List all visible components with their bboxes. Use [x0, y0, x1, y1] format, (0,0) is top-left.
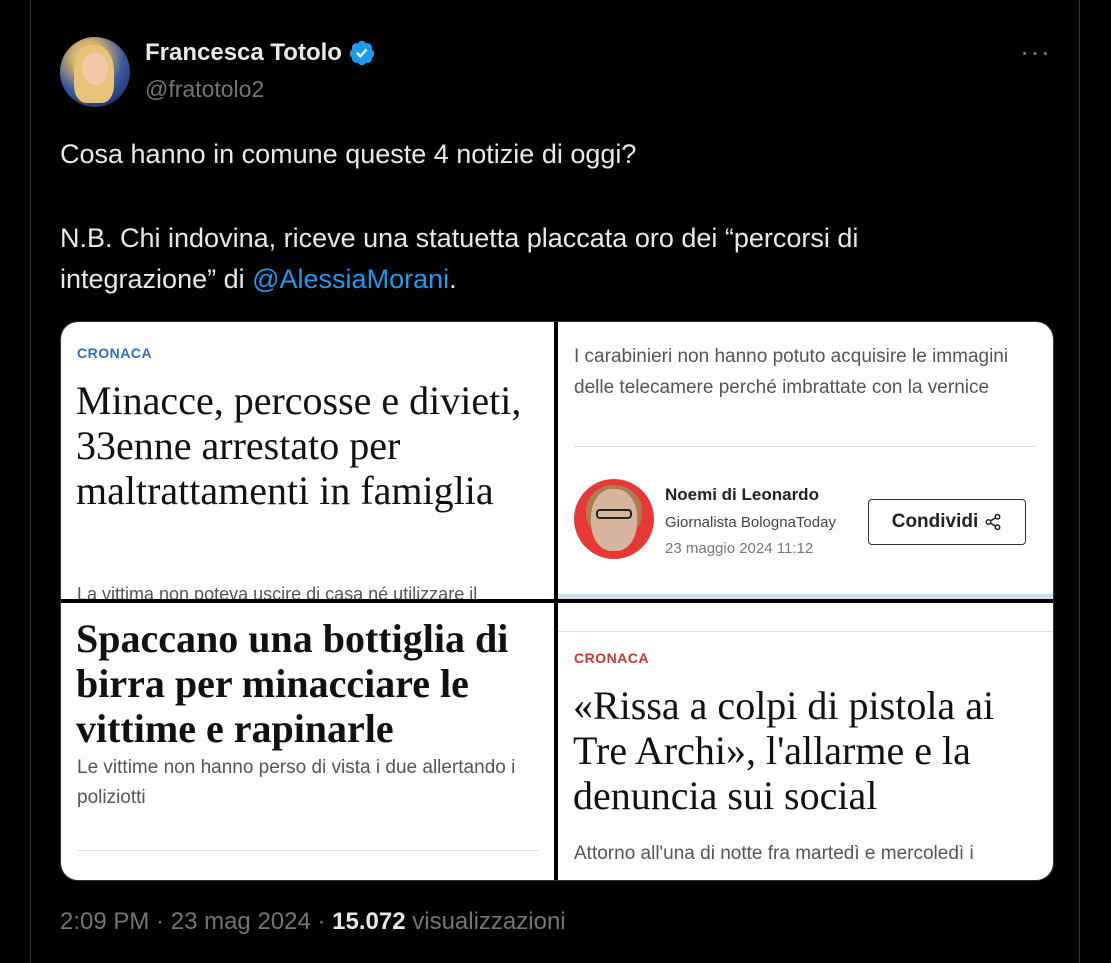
journalist-name: Noemi di Leonardo	[665, 485, 819, 504]
article-subtitle: Attorno all'una di notte fra martedì e m…	[574, 843, 974, 864]
share-button: Condividi	[868, 499, 1026, 545]
author-name-row[interactable]: Francesca Totolo	[145, 39, 376, 67]
meta-separator: ·	[310, 908, 333, 935]
divider	[77, 850, 539, 851]
tweet-time[interactable]: 2:09 PM	[60, 908, 149, 935]
meta-separator: ·	[149, 908, 171, 935]
share-icon	[985, 513, 1001, 531]
tweet-line-1: Cosa hanno in comune queste 4 notizie di…	[60, 139, 637, 169]
journalist-face	[591, 489, 637, 551]
tweet-line-2: N.B. Chi indovina, riceve una statuetta …	[60, 218, 1020, 300]
media-grid[interactable]: CRONACA Minacce, percosse e divieti, 33e…	[60, 321, 1054, 881]
author-handle[interactable]: @fratotolo2	[145, 76, 264, 103]
tweet-text: Cosa hanno in comune queste 4 notizie di…	[60, 134, 1020, 300]
divider	[574, 446, 1036, 447]
article-date: 23 maggio 2024 11:12	[665, 540, 814, 557]
view-label: visualizzazioni	[405, 908, 566, 935]
avatar-face	[82, 53, 108, 85]
tweet-line-2-end: .	[449, 264, 457, 294]
article-subtitle-cut: La vittima non poteva uscire di casa né …	[77, 584, 478, 599]
media-image-1[interactable]: CRONACA Minacce, percosse e divieti, 33e…	[61, 322, 554, 599]
divider	[558, 631, 1053, 632]
share-label: Condividi	[891, 511, 979, 532]
tweet-date[interactable]: 23 mag 2024	[171, 908, 311, 935]
journalist-role: Giornalista BolognaToday	[665, 514, 836, 531]
image-edge	[558, 594, 1053, 599]
tweet-meta: 2:09 PM · 23 mag 2024 · 15.072 visualizz…	[60, 908, 566, 936]
article-headline: Spaccano una bottiglia di birra per mina…	[76, 616, 509, 751]
media-image-2[interactable]: I carabinieri non hanno potuto acquisire…	[558, 322, 1053, 599]
section-label: CRONACA	[574, 650, 650, 666]
article-lead: I carabinieri non hanno potuto acquisire…	[574, 346, 1009, 398]
tweet-line-2-text: N.B. Chi indovina, riceve una statuetta …	[60, 223, 859, 294]
media-image-3[interactable]: Spaccano una bottiglia di birra per mina…	[61, 603, 554, 880]
article-headline: «Rissa a colpi di pistola ai Tre Archi»,…	[573, 683, 995, 818]
journalist-glasses	[596, 509, 632, 519]
journalist-avatar	[574, 479, 654, 559]
article-subtitle: Le vittime non hanno perso di vista i du…	[77, 757, 516, 808]
article-headline: Minacce, percosse e divieti, 33enne arre…	[76, 378, 522, 513]
author-name[interactable]: Francesca Totolo	[145, 39, 342, 67]
view-count[interactable]: 15.072	[332, 908, 405, 935]
more-options-icon[interactable]: ···	[1020, 38, 1051, 66]
verified-badge-icon	[349, 40, 375, 66]
author-avatar[interactable]	[60, 37, 130, 107]
mention-link[interactable]: @AlessiaMorani	[252, 264, 449, 294]
media-image-4[interactable]: CRONACA «Rissa a colpi di pistola ai Tre…	[558, 603, 1053, 880]
section-label: CRONACA	[77, 345, 153, 361]
